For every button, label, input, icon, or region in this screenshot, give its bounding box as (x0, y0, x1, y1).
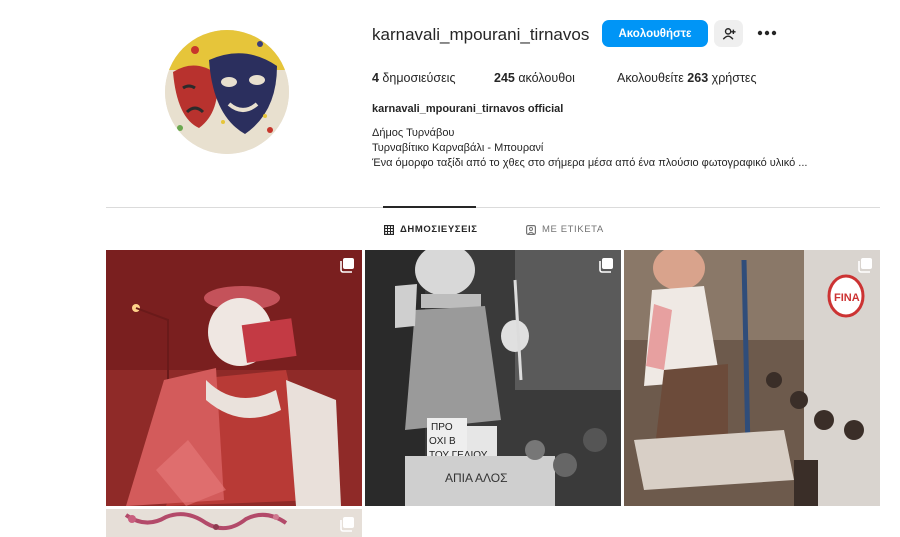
post-thumbnail[interactable] (106, 250, 362, 506)
carnival-photo (106, 509, 362, 537)
profile-username: karnavali_mpourani_tirnavos (372, 25, 590, 44)
post-thumbnail[interactable]: FINA (624, 250, 880, 506)
followers-count-value: 245 (494, 71, 515, 85)
follow-button[interactable]: Ακολουθήστε (602, 20, 708, 47)
shop-sign-text: FINA (834, 292, 860, 304)
tab-posts-label: ΔΗΜΟΣΙΕΥΣΕΙΣ (400, 224, 478, 235)
post-thumbnail[interactable] (106, 509, 362, 537)
float-sign-text: ΟΧΙ Β (429, 436, 456, 447)
more-icon (757, 30, 777, 36)
carousel-icon (599, 258, 613, 273)
tab-tagged[interactable]: ΜΕ ΕΤΙΚΕΤΑ (526, 224, 604, 236)
carousel-icon (858, 258, 872, 273)
followers-link[interactable]: 245 ακόλουθοι (494, 70, 575, 86)
bio-line: Τυρναβίτικο Καρναβάλι - Μπουρανί (372, 142, 544, 154)
following-prefix: Ακολουθείτε (617, 71, 688, 85)
followers-count-label: ακόλουθοι (514, 71, 575, 85)
float-sign-text: ΠΡΟ (431, 422, 453, 433)
carousel-icon (340, 258, 354, 273)
posts-count-label: δημοσιεύσεις (378, 71, 456, 85)
post-thumbnail[interactable]: ΠΡΟ ΟΧΙ Β ΤΟΥ ΓΕΛΙΟΥ ΑΠΙΑ ΑΛΟΣ (365, 250, 621, 506)
profile-full-name: karnavali_mpourani_tirnavos official (372, 103, 564, 115)
tabs-divider (106, 207, 880, 208)
carnival-float-photo: FINA (624, 250, 880, 506)
following-suffix: χρήστες (708, 71, 757, 85)
tab-tagged-label: ΜΕ ΕΤΙΚΕΤΑ (542, 224, 604, 235)
grid-icon (384, 225, 394, 235)
bio-line: Δήμος Τυρνάβου (372, 127, 455, 139)
add-person-icon (722, 27, 736, 40)
active-tab-indicator (383, 206, 476, 208)
more-options-button[interactable] (754, 22, 780, 44)
tab-posts[interactable]: ΔΗΜΟΣΙΕΥΣΕΙΣ (384, 224, 478, 236)
carnival-photo (106, 250, 362, 506)
carnival-float-photo: ΠΡΟ ΟΧΙ Β ΤΟΥ ΓΕΛΙΟΥ ΑΠΙΑ ΑΛΟΣ (365, 250, 621, 506)
profile-avatar[interactable] (165, 30, 289, 154)
tag-person-icon (526, 225, 536, 235)
posts-count-value: 4 (372, 71, 379, 85)
following-count-value: 263 (687, 71, 709, 85)
similar-accounts-button[interactable] (714, 20, 743, 47)
posts-count: 4 δημοσιεύσεις (372, 70, 455, 86)
theatre-masks-logo (165, 30, 289, 154)
float-banner-text: ΑΠΙΑ ΑΛΟΣ (445, 471, 508, 485)
carousel-icon (340, 517, 354, 532)
profile-bio: Δήμος Τυρνάβου Τυρναβίτικο Καρναβάλι - Μ… (372, 126, 807, 171)
following-link[interactable]: Ακολουθείτε 263 χρήστες (617, 70, 757, 86)
bio-line[interactable]: Ένα όμορφο ταξίδι από το χθες στο σήμερα… (372, 156, 807, 171)
